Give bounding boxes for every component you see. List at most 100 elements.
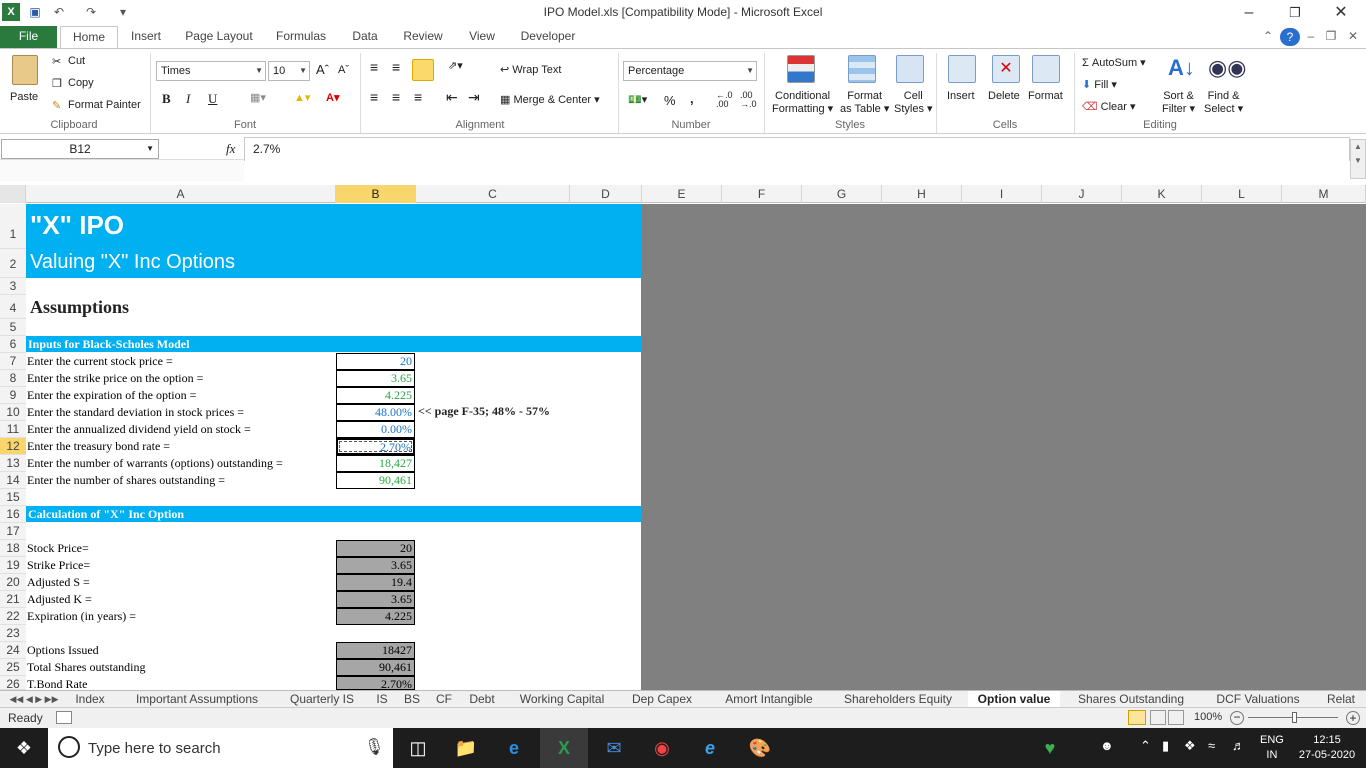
label-total-shares[interactable]: Total Shares outstanding xyxy=(27,660,145,675)
delete-cells-button[interactable]: Delete xyxy=(988,90,1020,102)
paste-button[interactable]: Paste xyxy=(10,91,38,103)
column-header-m[interactable]: M xyxy=(1282,185,1366,203)
sheet-tab-shares-outstanding[interactable]: Shares Outstanding xyxy=(1070,691,1192,708)
binoculars-icon[interactable]: ◉◉ xyxy=(1208,55,1246,81)
excel-taskbar-icon[interactable]: X xyxy=(540,728,588,768)
row-header-17[interactable]: 17 xyxy=(0,523,26,540)
volume-icon[interactable]: ♬ xyxy=(1232,738,1245,753)
calc-expiration-years[interactable]: 4.225 xyxy=(336,608,415,625)
row-header-22[interactable]: 22 xyxy=(0,608,26,625)
align-right-icon[interactable]: ≡ xyxy=(414,89,422,105)
clock[interactable]: 12:15 27-05-2020 xyxy=(1294,733,1360,763)
sheet-tab-option-value[interactable]: Option value xyxy=(968,691,1060,708)
row-header-5[interactable]: 5 xyxy=(0,319,26,336)
language-indicator[interactable]: ENG IN xyxy=(1260,733,1284,763)
sheet-tab-bs[interactable]: BS xyxy=(398,691,426,708)
select-all-corner[interactable] xyxy=(0,185,26,203)
battery-icon[interactable]: ▮ xyxy=(1162,738,1169,754)
row-header-25[interactable]: 25 xyxy=(0,659,26,676)
column-header-d[interactable]: D xyxy=(570,185,642,203)
wifi-icon[interactable]: ≈ xyxy=(1208,738,1215,753)
row-header-20[interactable]: 20 xyxy=(0,574,26,591)
row-header-8[interactable]: 8 xyxy=(0,370,26,387)
windows-start-icon[interactable]: ❖ xyxy=(0,728,48,768)
restore-button[interactable]: ❐ xyxy=(1272,0,1318,26)
font-size-combo[interactable]: 10 ▼ xyxy=(268,61,310,81)
row-header-7[interactable]: 7 xyxy=(0,353,26,370)
label-warrants[interactable]: Enter the number of warrants (options) o… xyxy=(27,456,283,471)
zoom-slider-thumb[interactable] xyxy=(1292,712,1297,723)
label-std-dev[interactable]: Enter the standard deviation in stock pr… xyxy=(27,405,244,420)
row-header-9[interactable]: 9 xyxy=(0,387,26,404)
conditional-formatting-button[interactable]: Conditional Formatting ▾ xyxy=(772,90,833,116)
input-shares[interactable]: 90,461 xyxy=(336,472,415,489)
calc-tbond-rate[interactable]: 2.70% xyxy=(336,676,415,690)
label-expiration-years[interactable]: Expiration (in years) = xyxy=(27,609,136,624)
calc-stock-price[interactable]: 20 xyxy=(336,540,415,557)
file-explorer-icon[interactable]: 📁 xyxy=(442,728,490,768)
decrease-indent-icon[interactable]: ⇤ xyxy=(446,89,458,106)
sheet-tab-debt[interactable]: Debt xyxy=(462,691,502,708)
sheet-tab-index[interactable]: Index xyxy=(68,691,112,708)
sheet-tab-shareholders-equity[interactable]: Shareholders Equity xyxy=(836,691,960,708)
italic-button[interactable]: I xyxy=(186,91,190,107)
increase-decimal-icon[interactable]: ←.0.00 xyxy=(716,91,733,109)
insert-cells-icon[interactable] xyxy=(948,55,976,83)
edge-icon[interactable]: e xyxy=(490,728,538,768)
minimize-button[interactable]: – xyxy=(1226,0,1272,26)
zoom-in-icon[interactable]: + xyxy=(1346,711,1360,725)
column-header-g[interactable]: G xyxy=(802,185,882,203)
label-adjusted-k[interactable]: Adjusted K = xyxy=(27,592,92,607)
row-header-10[interactable]: 10 xyxy=(0,404,26,421)
merge-center-button[interactable]: ▦ Merge & Center ▾ xyxy=(500,93,600,106)
sheet-tab-dcf-valuations[interactable]: DCF Valuations xyxy=(1210,691,1306,708)
conditional-formatting-icon[interactable] xyxy=(787,55,815,83)
row-header-6[interactable]: 6 xyxy=(0,336,26,353)
wrap-text-button[interactable]: ↩ Wrap Text xyxy=(500,63,561,76)
find-select-button[interactable]: Find & Select ▾ xyxy=(1204,90,1243,116)
column-header-b[interactable]: B xyxy=(336,185,416,203)
calc-adjusted-k[interactable]: 3.65 xyxy=(336,591,415,608)
sort-filter-icon[interactable]: A↓ xyxy=(1168,55,1195,81)
paste-icon[interactable] xyxy=(12,55,38,85)
bottom-align-icon[interactable] xyxy=(412,59,434,81)
fill-button[interactable]: ⬇ Fill ▾ xyxy=(1082,78,1117,91)
calc-total-shares[interactable]: 90,461 xyxy=(336,659,415,676)
sheet-tab-relat[interactable]: Relat xyxy=(1322,691,1360,708)
zoom-out-icon[interactable]: − xyxy=(1230,711,1244,725)
wb-minimize-icon[interactable]: – xyxy=(1302,26,1320,48)
sheet-tab-dep-capex[interactable]: Dep Capex xyxy=(626,691,698,708)
row-header-23[interactable]: 23 xyxy=(0,625,26,642)
cell-styles-button[interactable]: Cell Styles ▾ xyxy=(894,90,933,116)
label-stock-price[interactable]: Enter the current stock price = xyxy=(27,354,173,369)
tab-developer[interactable]: Developer xyxy=(514,26,582,48)
zoom-level[interactable]: 100% xyxy=(1194,711,1222,723)
tray-chevron-icon[interactable]: ⌃ xyxy=(1140,738,1151,754)
copy-button[interactable]: Copy xyxy=(68,77,94,89)
format-as-table-button[interactable]: Format as Table ▾ xyxy=(840,90,889,116)
label-adjusted-s[interactable]: Adjusted S = xyxy=(27,575,90,590)
dropbox-icon[interactable]: ❖ xyxy=(1184,738,1196,754)
label-tbond-rate[interactable]: T.Bond Rate xyxy=(27,677,87,690)
borders-icon[interactable]: ▦▾ xyxy=(250,91,266,104)
column-header-e[interactable]: E xyxy=(642,185,722,203)
column-header-c[interactable]: C xyxy=(416,185,570,203)
normal-view-icon[interactable] xyxy=(1128,710,1146,725)
label-shares[interactable]: Enter the number of shares outstanding = xyxy=(27,473,225,488)
label-expiration[interactable]: Enter the expiration of the option = xyxy=(27,388,196,403)
tab-home[interactable]: Home xyxy=(60,26,118,49)
tab-review[interactable]: Review xyxy=(396,26,450,48)
column-header-f[interactable]: F xyxy=(722,185,802,203)
format-cells-button[interactable]: Format xyxy=(1028,90,1063,102)
taskbar-search-box[interactable]: Type here to search 🎙 xyxy=(48,728,393,768)
row-header-2[interactable]: 2 xyxy=(0,249,26,278)
tab-data[interactable]: Data xyxy=(344,26,386,48)
chrome-icon[interactable]: ◉ xyxy=(638,728,686,768)
input-stock-price[interactable]: 20 xyxy=(336,353,415,370)
format-painter-button[interactable]: Format Painter xyxy=(68,99,141,111)
cut-button[interactable]: Cut xyxy=(68,55,85,67)
sheet-tab-quarterly-is[interactable]: Quarterly IS xyxy=(284,691,360,708)
calc-adjusted-s[interactable]: 19.4 xyxy=(336,574,415,591)
autosum-button[interactable]: Σ AutoSum ▾ xyxy=(1082,56,1146,69)
wb-close-icon[interactable]: ✕ xyxy=(1344,26,1362,48)
